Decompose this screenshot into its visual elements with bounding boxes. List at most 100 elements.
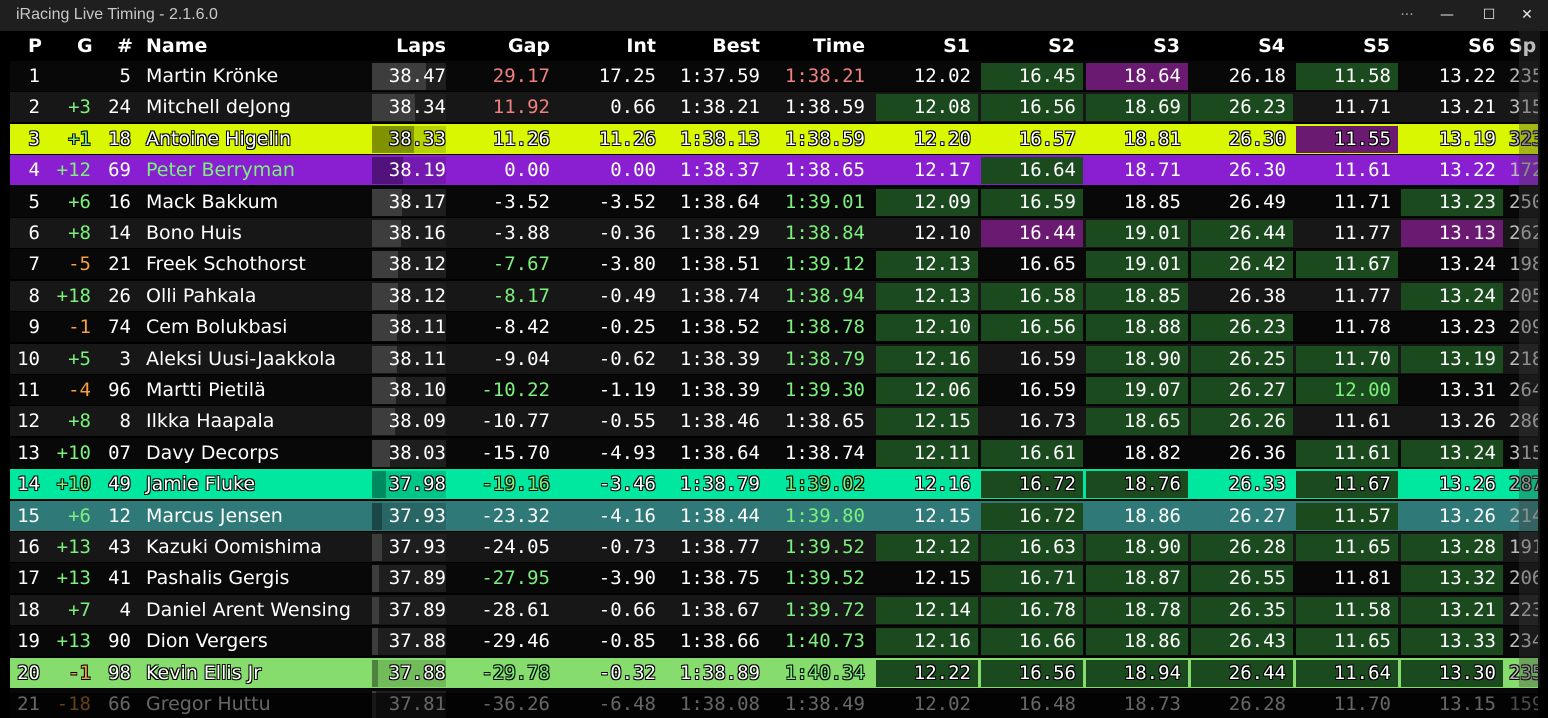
laps-cell: 38.33 <box>389 124 446 154</box>
gain-cell: +8 <box>68 406 91 436</box>
col-header-best[interactable]: Best <box>712 31 760 61</box>
best-lap-cell: 1:38.79 <box>680 469 760 499</box>
table-row[interactable]: 17+1341Pashalis Gergis37.89-27.95-3.901:… <box>10 563 1538 593</box>
close-icon[interactable]: ✕ <box>1504 0 1548 31</box>
sector-3-cell: 18.71 <box>1124 155 1181 185</box>
last-lap-cell: 1:39.02 <box>785 469 865 499</box>
col-header-s4[interactable]: S4 <box>1258 31 1285 61</box>
sector-5-cell: 11.77 <box>1334 218 1391 248</box>
laps-cell: 37.89 <box>389 563 446 593</box>
best-lap-cell: 1:38.64 <box>680 187 760 217</box>
col-header-s2[interactable]: S2 <box>1048 31 1075 61</box>
col-header-g[interactable]: G <box>77 31 93 61</box>
table-row[interactable]: 18+74Daniel Arent Wensing37.89-28.61-0.6… <box>10 595 1538 625</box>
gap-cell: -19.16 <box>481 469 550 499</box>
gain-cell: +12 <box>57 155 91 185</box>
car-number-cell: 5 <box>120 61 131 91</box>
col-header-time[interactable]: Time <box>813 31 865 61</box>
last-lap-cell: 1:39.80 <box>785 501 865 531</box>
car-number-cell: 90 <box>108 626 131 656</box>
position-cell: 3 <box>29 124 40 154</box>
col-header-num[interactable]: # <box>117 31 133 61</box>
laps-cell: 37.88 <box>389 626 446 656</box>
driver-name-cell: Davy Decorps <box>146 438 279 468</box>
sector-1-cell: 12.06 <box>914 375 971 405</box>
laps-cell: 38.47 <box>389 61 446 91</box>
sector-1-cell: 12.13 <box>914 249 971 279</box>
col-header-int[interactable]: Int <box>626 31 656 61</box>
interval-cell: 17.25 <box>599 61 656 91</box>
scrollbar[interactable] <box>1519 31 1540 687</box>
sector-2-cell: 16.64 <box>1019 155 1076 185</box>
sector-5-cell: 11.61 <box>1334 406 1391 436</box>
table-row[interactable]: 13+1007Davy Decorps38.03-15.70-4.931:38.… <box>10 438 1538 468</box>
col-header-p[interactable]: P <box>28 31 42 61</box>
car-number-cell: 69 <box>108 155 131 185</box>
table-row[interactable]: 12+88Ilkka Haapala38.09-10.77-0.551:38.4… <box>10 406 1538 436</box>
table-row[interactable]: 5+616Mack Bakkum38.17-3.52-3.521:38.641:… <box>10 187 1538 217</box>
table-row[interactable]: 3+118Antoine Higelin38.3311.2611.261:38.… <box>10 124 1538 154</box>
sector-2-cell: 16.57 <box>1019 124 1076 154</box>
sector-2-cell: 16.72 <box>1019 469 1076 499</box>
sector-1-cell: 12.20 <box>914 124 971 154</box>
interval-cell: -3.80 <box>599 249 656 279</box>
last-lap-cell: 1:38.59 <box>785 124 865 154</box>
driver-name-cell: Aleksi Uusi-Jaakkola <box>146 344 336 374</box>
sector-1-cell: 12.09 <box>914 187 971 217</box>
sector-6-cell: 13.21 <box>1439 595 1496 625</box>
position-cell: 20 <box>17 658 40 688</box>
laps-progress <box>372 628 378 655</box>
car-number-cell: 26 <box>108 281 131 311</box>
col-header-s3[interactable]: S3 <box>1153 31 1180 61</box>
driver-name-cell: Marcus Jensen <box>146 501 283 531</box>
position-cell: 19 <box>17 626 40 656</box>
table-row[interactable]: 8+1826Olli Pahkala38.12-8.17-0.491:38.74… <box>10 281 1538 311</box>
table-row[interactable]: 10+53Aleksi Uusi-Jaakkola38.11-9.04-0.62… <box>10 344 1538 374</box>
col-header-s5[interactable]: S5 <box>1363 31 1390 61</box>
car-number-cell: 14 <box>108 218 131 248</box>
gain-cell: -1 <box>68 658 91 688</box>
table-row[interactable]: 9-174Cem Bolukbasi38.11-8.42-0.251:38.52… <box>10 312 1538 342</box>
table-row[interactable]: 4+1269Peter Berryman38.190.000.001:38.37… <box>10 155 1538 185</box>
best-lap-cell: 1:38.51 <box>680 249 760 279</box>
sector-4-cell: 26.27 <box>1229 375 1286 405</box>
table-row[interactable]: 6+814Bono Huis38.16-3.88-0.361:38.291:38… <box>10 218 1538 248</box>
best-lap-cell: 1:38.74 <box>680 281 760 311</box>
col-header-laps[interactable]: Laps <box>396 31 446 61</box>
table-row[interactable]: 11-496Martti Pietilä38.10-10.22-1.191:38… <box>10 375 1538 405</box>
gap-cell: 11.26 <box>493 124 550 154</box>
table-row[interactable]: 19+1390Dion Vergers37.88-29.46-0.851:38.… <box>10 626 1538 656</box>
best-lap-cell: 1:38.44 <box>680 501 760 531</box>
table-row[interactable]: 20-198Kevin Ellis Jr37.88-29.78-0.321:38… <box>10 658 1538 688</box>
laps-cell: 38.09 <box>389 406 446 436</box>
sector-4-cell: 26.42 <box>1229 249 1286 279</box>
sector-6-cell: 13.19 <box>1439 344 1496 374</box>
last-lap-cell: 1:39.30 <box>785 375 865 405</box>
table-row[interactable]: 15Martin Krönke38.4729.1717.251:37.591:3… <box>10 61 1538 91</box>
table-row[interactable]: 2+324Mitchell deJong38.3411.920.661:38.2… <box>10 92 1538 122</box>
table-row[interactable]: 15+612Marcus Jensen37.93-23.32-4.161:38.… <box>10 501 1538 531</box>
car-number-cell: 24 <box>108 92 131 122</box>
last-lap-cell: 1:39.52 <box>785 532 865 562</box>
table-row[interactable]: 14+1049Jamie Fluke37.98-19.16-3.461:38.7… <box>10 469 1538 499</box>
sector-5-cell: 11.78 <box>1334 312 1391 342</box>
car-number-cell: 16 <box>108 187 131 217</box>
table-row[interactable]: 7-521Freek Schothorst38.12-7.67-3.801:38… <box>10 249 1538 279</box>
driver-name-cell: Antoine Higelin <box>146 124 291 154</box>
sector-6-cell: 13.33 <box>1439 626 1496 656</box>
table-row[interactable]: 16+1343Kazuki Oomishima37.93-24.05-0.731… <box>10 532 1538 562</box>
sector-3-cell: 18.90 <box>1124 532 1181 562</box>
last-lap-cell: 1:38.74 <box>785 438 865 468</box>
sector-6-cell: 13.28 <box>1439 532 1496 562</box>
col-header-s1[interactable]: S1 <box>943 31 970 61</box>
last-lap-cell: 1:39.12 <box>785 249 865 279</box>
interval-cell: -3.52 <box>599 187 656 217</box>
best-lap-cell: 1:38.89 <box>680 658 760 688</box>
col-header-name[interactable]: Name <box>146 31 207 61</box>
interval-cell: -4.93 <box>599 438 656 468</box>
col-header-gap[interactable]: Gap <box>508 31 550 61</box>
col-header-s6[interactable]: S6 <box>1468 31 1495 61</box>
interval-cell: -0.66 <box>599 595 656 625</box>
laps-cell: 38.19 <box>389 155 446 185</box>
minimize-icon[interactable]: — <box>1424 0 1470 31</box>
